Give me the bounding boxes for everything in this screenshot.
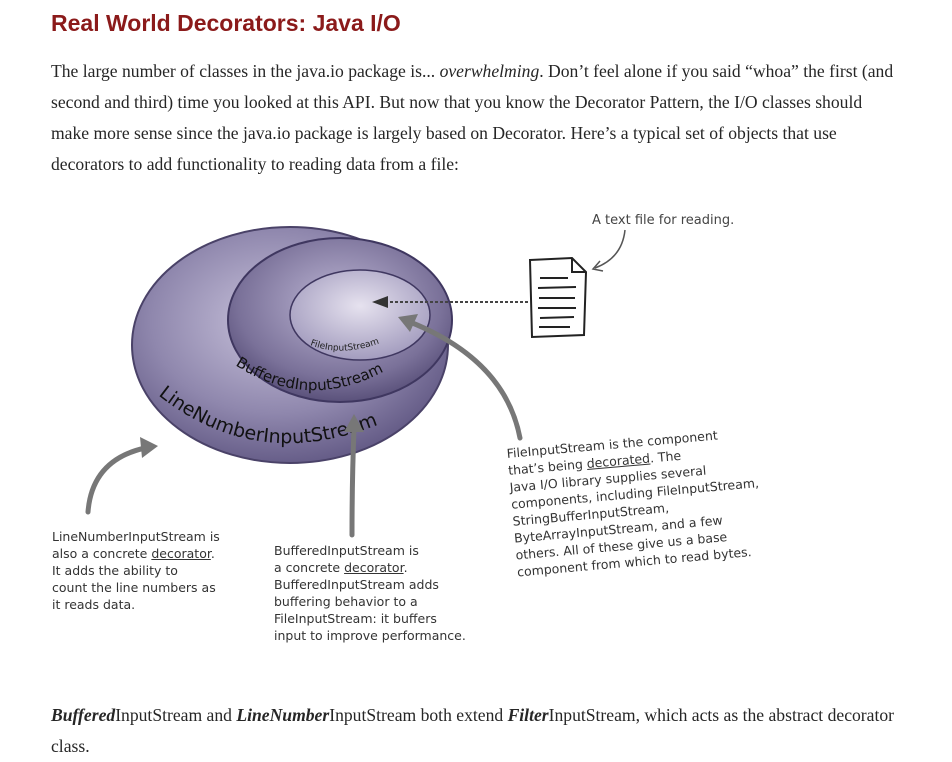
note-file-input-stream: FileInputStream is the component that’s … [506, 427, 760, 580]
intro-emphasis: overwhelming [439, 61, 540, 81]
note-buffered: BufferedInputStream is a concrete decora… [274, 543, 466, 643]
text-file-icon [528, 256, 588, 339]
buffered-note-arrow [349, 425, 357, 538]
intro-paragraph: The large number of classes in the java.… [51, 61, 894, 174]
linenumber-note-arrow [85, 445, 148, 515]
text-file-label: A text file for reading. [592, 213, 734, 228]
decorator-diagram: FileInputStream BufferedInputStream Line… [0, 190, 952, 680]
caption-paragraph: BufferedInputStream and LineNumberInputS… [51, 705, 895, 756]
note-line-number: LineNumberInputStream is also a concrete… [52, 529, 220, 612]
page-title: Real World Decorators: Java I/O [51, 10, 401, 36]
